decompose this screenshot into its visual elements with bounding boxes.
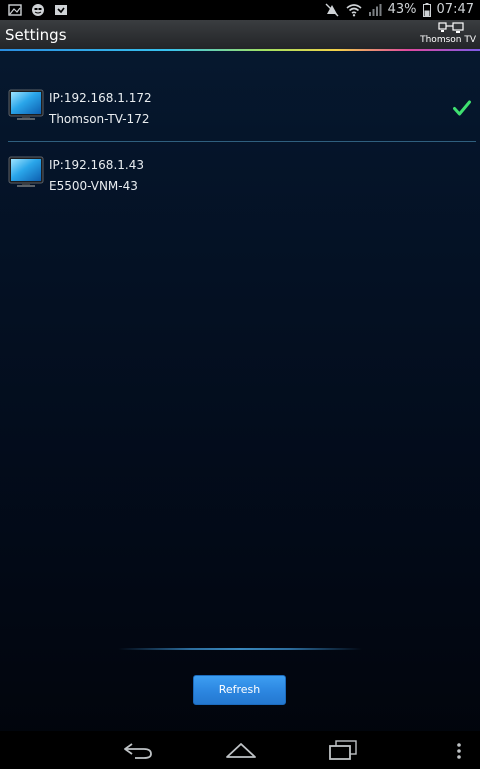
device-name: Thomson-TV-172	[49, 112, 150, 126]
back-icon[interactable]	[122, 740, 154, 760]
device-list: IP:192.168.1.172 Thomson-TV-172 IP:192.1…	[0, 85, 480, 193]
device-ip: IP:192.168.1.43	[49, 158, 144, 172]
page-title: Settings	[5, 26, 67, 44]
status-bar: 43% 07:47	[0, 0, 480, 20]
tv-switch-label: Thomson TV	[420, 35, 476, 45]
status-left-icons	[8, 3, 68, 17]
nav-bar	[0, 731, 480, 769]
mute-icon	[325, 3, 339, 17]
recents-icon[interactable]	[328, 739, 358, 761]
status-right: 43% 07:47	[324, 1, 474, 19]
tv-switch-button[interactable]: Thomson TV	[412, 20, 478, 49]
tv-connect-icon	[438, 22, 464, 33]
list-divider	[8, 141, 476, 142]
face-icon	[32, 4, 44, 16]
screen: 43% 07:47 Settings Thomson TV IP:192.168…	[0, 0, 480, 769]
device-item[interactable]: IP:192.168.1.172 Thomson-TV-172	[0, 85, 480, 141]
battery-icon	[422, 3, 431, 17]
menu-icon[interactable]	[455, 741, 463, 761]
wifi-icon	[346, 4, 362, 17]
action-bar: Settings Thomson TV	[0, 20, 480, 51]
battery-percent: 43%	[387, 2, 417, 17]
clock: 07:47	[436, 2, 474, 17]
bottom-divider	[118, 648, 362, 650]
download-icon	[55, 5, 67, 15]
signal-icon	[368, 4, 382, 16]
tv-icon	[8, 89, 44, 120]
device-item[interactable]: IP:192.168.1.43 E5500-VNM-43	[0, 152, 480, 208]
tv-icon	[8, 156, 44, 187]
check-icon	[453, 100, 471, 116]
device-ip: IP:192.168.1.172	[49, 91, 152, 105]
picture-icon	[8, 4, 22, 16]
device-name: E5500-VNM-43	[49, 179, 138, 193]
home-icon[interactable]	[225, 740, 257, 760]
refresh-button[interactable]: Refresh	[193, 675, 286, 705]
